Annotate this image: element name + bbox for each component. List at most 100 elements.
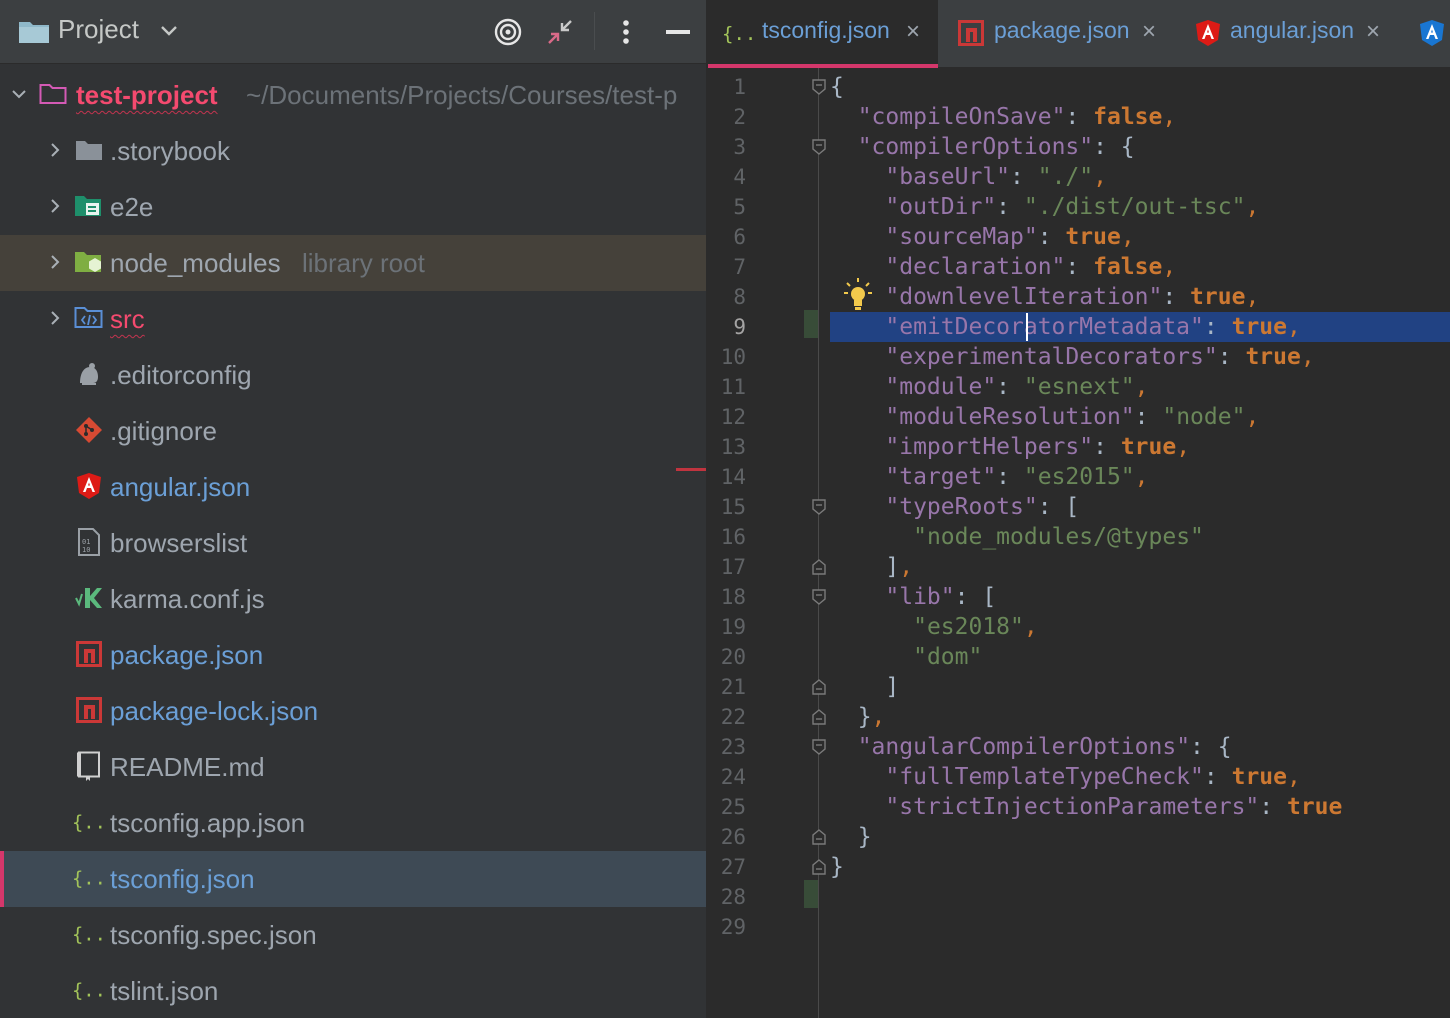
- code-line[interactable]: "module": "esnext",: [830, 372, 1450, 402]
- code-line[interactable]: "declaration": false,: [830, 252, 1450, 282]
- code-line[interactable]: "target": "es2015",: [830, 462, 1450, 492]
- code-line[interactable]: [830, 912, 1450, 942]
- tree-item-gitignore[interactable]: .gitignore: [0, 403, 706, 459]
- svg-text:{..}: {..}: [722, 23, 758, 45]
- chevron-right-icon[interactable]: [48, 311, 62, 325]
- project-panel-header: Project: [0, 0, 706, 64]
- tab-overflow[interactable]: [1418, 0, 1450, 68]
- code-line[interactable]: }: [830, 852, 1450, 882]
- locate-target-icon[interactable]: [492, 16, 524, 48]
- tree-item-src[interactable]: src: [0, 291, 706, 347]
- tab-package-json[interactable]: package.json ×: [946, 0, 1176, 68]
- close-icon[interactable]: ×: [1142, 18, 1156, 46]
- code-line[interactable]: ],: [830, 552, 1450, 582]
- code-line[interactable]: "angularCompilerOptions": {: [830, 732, 1450, 762]
- text-caret: [1026, 313, 1028, 341]
- editor-gutter[interactable]: 1 2 3 4 5 6 7 8 9 10 11 12 13 14 15 16 17 18 19 20 21 22 23 24 2…: [708, 68, 818, 1018]
- tree-item-editorconfig[interactable]: .editorconfig: [0, 347, 706, 403]
- tree-item-e2e[interactable]: e2e: [0, 179, 706, 235]
- code-token: ,: [1300, 344, 1315, 370]
- tree-item-readme[interactable]: README.md: [0, 739, 706, 795]
- code-line[interactable]: "emitDecoratorMetadata": true,: [830, 312, 1450, 342]
- chevron-right-icon[interactable]: [48, 199, 62, 213]
- chevron-down-icon[interactable]: [160, 24, 178, 38]
- tree-item-package-json[interactable]: package.json: [0, 627, 706, 683]
- tree-item-test-project[interactable]: test-project ~/Documents/Projects/Course…: [0, 67, 706, 123]
- chevron-right-icon[interactable]: [48, 143, 62, 157]
- code-line[interactable]: "typeRoots": [: [830, 492, 1450, 522]
- tree-item-node-modules[interactable]: node_modules library root: [0, 235, 706, 291]
- code-line[interactable]: "fullTemplateTypeCheck": true,: [830, 762, 1450, 792]
- code-line[interactable]: "moduleResolution": "node",: [830, 402, 1450, 432]
- code-line[interactable]: "baseUrl": "./",: [830, 162, 1450, 192]
- fold-open-icon[interactable]: [812, 79, 826, 95]
- fold-close-icon[interactable]: [812, 829, 826, 845]
- tree-item-angular-json[interactable]: angular.json: [0, 459, 706, 515]
- line-number: 17: [720, 555, 746, 579]
- code-token: :: [1093, 434, 1121, 460]
- code-line[interactable]: "importHelpers": true,: [830, 432, 1450, 462]
- tree-item-karma-conf[interactable]: karma.conf.js: [0, 571, 706, 627]
- line-number: 29: [720, 915, 746, 939]
- minimize-icon[interactable]: [662, 16, 694, 48]
- code-line[interactable]: "outDir": "./dist/out-tsc",: [830, 192, 1450, 222]
- tree-item-browserslist[interactable]: 01 10 browserslist: [0, 515, 706, 571]
- code-line[interactable]: ]: [830, 672, 1450, 702]
- change-marker[interactable]: [804, 310, 818, 338]
- close-icon[interactable]: ×: [1366, 18, 1380, 46]
- tree-item-tslint-json[interactable]: {..} tslint.json: [0, 963, 706, 1018]
- project-title[interactable]: Project: [58, 14, 139, 45]
- tree-item-label: src: [110, 304, 145, 334]
- tab-tsconfig-json[interactable]: {..} tsconfig.json ×: [708, 0, 938, 68]
- collapse-all-icon[interactable]: [544, 16, 576, 48]
- close-icon[interactable]: ×: [906, 18, 920, 46]
- editorconfig-icon: [74, 359, 104, 389]
- fold-close-icon[interactable]: [812, 709, 826, 725]
- chevron-down-icon[interactable]: [12, 87, 26, 101]
- code-token: true: [1120, 434, 1177, 460]
- code-token: ,: [1093, 164, 1107, 190]
- tree-item-label: tslint.json: [110, 976, 219, 1006]
- code-line[interactable]: },: [830, 702, 1450, 732]
- tab-angular-json[interactable]: × angular.json: [1182, 0, 1412, 68]
- code-line[interactable]: "dom": [830, 642, 1450, 672]
- fold-close-icon[interactable]: [812, 559, 826, 575]
- tree-item-tsconfig-json[interactable]: {..} tsconfig.json: [0, 851, 706, 907]
- tree-item-tsconfig-spec-json[interactable]: {..} tsconfig.spec.json: [0, 907, 706, 963]
- code-token: :: [1010, 164, 1038, 190]
- code-line[interactable]: "compileOnSave": false,: [830, 102, 1450, 132]
- svg-text:{..}: {..}: [72, 925, 102, 946]
- fold-open-icon[interactable]: [812, 739, 826, 755]
- code-token: "module": [885, 374, 997, 400]
- code-token: true: [1245, 344, 1301, 370]
- code-line[interactable]: "sourceMap": true,: [830, 222, 1450, 252]
- change-marker[interactable]: [804, 880, 818, 908]
- fold-open-icon[interactable]: [812, 589, 826, 605]
- chevron-right-icon[interactable]: [48, 255, 62, 269]
- code-line[interactable]: [830, 882, 1450, 912]
- code-line[interactable]: "experimentalDecorators": true,: [830, 342, 1450, 372]
- tree-item-tsconfig-app-json[interactable]: {..} tsconfig.app.json: [0, 795, 706, 851]
- code-token: ,: [1286, 314, 1301, 340]
- code-line[interactable]: "node_modules/@types": [830, 522, 1450, 552]
- tree-item-package-lock-json[interactable]: package-lock.json: [0, 683, 706, 739]
- fold-open-icon[interactable]: [812, 499, 826, 515]
- code-line[interactable]: {: [830, 72, 1450, 102]
- code-line[interactable]: "lib": [: [830, 582, 1450, 612]
- code-area[interactable]: { "compileOnSave": false, "compilerOptio…: [818, 68, 1450, 1018]
- code-line[interactable]: "strictInjectionParameters": true: [830, 792, 1450, 822]
- code-line[interactable]: "compilerOptions": {: [830, 132, 1450, 162]
- fold-close-icon[interactable]: [812, 859, 826, 875]
- code-token: ,: [1245, 404, 1260, 430]
- code-token: :: [1065, 104, 1094, 130]
- tree-item-storybook[interactable]: .storybook: [0, 123, 706, 179]
- fold-open-icon[interactable]: [812, 139, 826, 155]
- fold-close-icon[interactable]: [812, 679, 826, 695]
- more-options-icon[interactable]: [610, 16, 642, 48]
- code-line[interactable]: "downlevelIteration": true,: [830, 282, 1450, 312]
- line-number: 5: [733, 195, 746, 219]
- code-token: :: [1134, 404, 1163, 430]
- code-line[interactable]: }: [830, 822, 1450, 852]
- code-line[interactable]: "es2018",: [830, 612, 1450, 642]
